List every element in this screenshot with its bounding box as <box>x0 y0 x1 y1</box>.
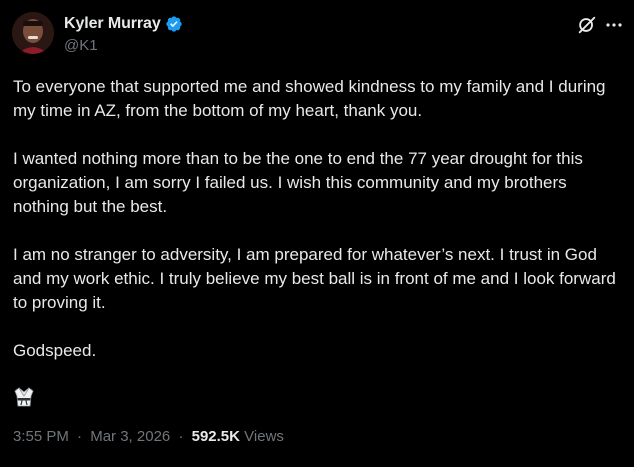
grok-icon[interactable] <box>576 14 598 36</box>
meta-separator: · <box>178 428 184 445</box>
meta-separator: · <box>77 428 83 445</box>
tweet-paragraph: I wanted nothing more than to be the one… <box>13 149 583 216</box>
tweet-paragraph: To everyone that supported me and showed… <box>13 77 606 120</box>
martial-arts-uniform-emoji <box>13 386 35 408</box>
more-options-icon[interactable] <box>604 15 624 35</box>
tweet-body: To everyone that supported me and showed… <box>13 75 625 387</box>
display-name[interactable]: Kyler Murray <box>64 15 161 33</box>
avatar[interactable] <box>12 12 54 54</box>
user-handle[interactable]: @K1 <box>64 37 183 54</box>
tweet-date[interactable]: Mar 3, 2026 <box>90 428 170 445</box>
views-count[interactable]: 592.5K <box>192 428 240 445</box>
views-label: Views <box>244 428 284 445</box>
tweet-time[interactable]: 3:55 PM <box>13 428 69 445</box>
tweet-paragraph: Godspeed. <box>13 341 97 360</box>
name-row: Kyler Murray <box>64 14 183 34</box>
tweet-card: Kyler Murray @K1 To everyone that suppor… <box>0 0 634 467</box>
tweet-paragraph: I am no stranger to adversity, I am prep… <box>13 245 616 312</box>
tweet-meta: 3:55 PM · Mar 3, 2026 · 592.5K Views <box>13 428 284 445</box>
author-header: Kyler Murray @K1 <box>64 14 183 54</box>
verified-badge-icon[interactable] <box>165 15 183 33</box>
